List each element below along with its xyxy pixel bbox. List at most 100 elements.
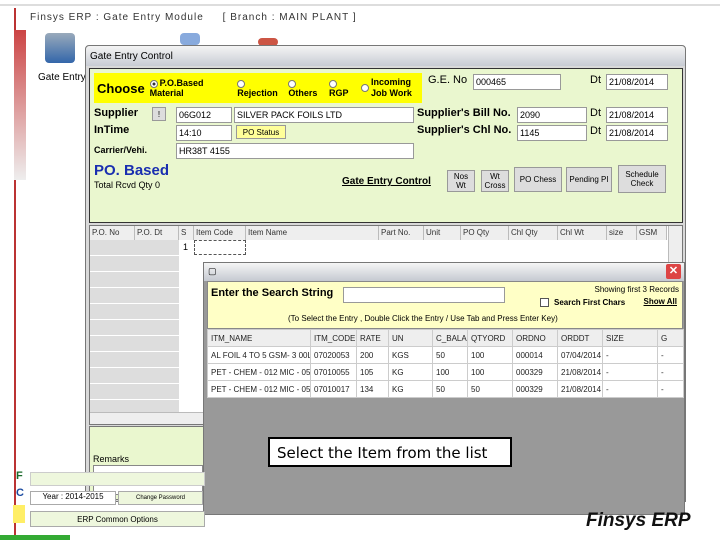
chl-no-field[interactable]: 1145 [517,125,587,141]
col-po-qty[interactable]: PO Qty [461,226,509,240]
nos-wt-button[interactable]: Nos Wt [447,170,475,192]
results-col-header[interactable]: QTYORD [467,329,513,347]
results-col-header[interactable]: SIZE [602,329,658,347]
bill-no-field[interactable]: 2090 [517,107,587,123]
col-s[interactable]: S [179,226,194,240]
item-code-cell[interactable] [194,240,246,255]
results-table-wrap: ITM_NAMEITM_CODERATEUNC_BALANQTYORDORDNO… [207,329,684,398]
ge-no-label: G.E. No [428,74,468,86]
results-col-header[interactable]: RATE [356,329,389,347]
results-cell: KG [388,363,433,381]
show-all-link[interactable]: Show All [644,297,677,306]
erp-common-options-button[interactable]: ERP Common Options [30,511,205,527]
intime-field[interactable]: 14:10 [176,125,232,141]
results-row[interactable]: PET - CHEM - 012 MIC - 057 07010017 134 KG 5… [207,380,684,398]
results-cell: 50 [467,380,513,398]
gate-entry-icon[interactable] [45,33,75,63]
first-chars-checkbox[interactable] [540,298,549,307]
col-item-code[interactable]: Item Code [194,226,246,240]
total-received-qty: Total Rcvd Qty 0 [94,180,161,190]
bill-date-field[interactable]: 21/08/2014 [606,107,668,123]
results-row[interactable]: AL FOIL 4 TO 5 GSM- 3 00L 07020053 200 KGS 5… [207,346,684,364]
col-unit[interactable]: Unit [424,226,461,240]
top-divider [0,4,720,6]
radio-job-work[interactable]: Incoming Job Work [361,77,419,99]
search-label: Enter the Search String [211,287,334,299]
results-col-header[interactable]: UN [388,329,433,347]
col-gsm[interactable]: GSM [637,226,667,240]
carrier-label: Carrier/Vehi. [94,145,148,155]
choose-label: Choose [97,80,145,96]
results-cell: - [602,380,658,398]
results-cell: 105 [356,363,389,381]
carrier-field[interactable]: HR38T 4155 [176,143,414,159]
results-table: ITM_NAMEITM_CODERATEUNC_BALANQTYORDORDNO… [207,329,684,398]
gate-entry-label[interactable]: Gate Entry [38,72,86,83]
results-col-header[interactable]: ORDNO [512,329,558,347]
ge-date-field[interactable]: 21/08/2014 [606,74,668,90]
results-col-header[interactable]: G [657,329,684,347]
col-po-dt[interactable]: P.O. Dt [135,226,179,240]
po-chess-button[interactable]: PO Chess [514,167,562,192]
left-panel-strip [30,472,205,486]
results-cell: 200 [356,346,389,364]
choose-group: Choose P.O.Based Material Rejection Othe… [94,73,422,103]
results-col-header[interactable]: ITM_CODE [310,329,357,347]
ge-no-field[interactable]: 000465 [473,74,561,90]
search-input[interactable] [343,287,505,303]
gate-entry-control-link[interactable]: Gate Entry Control [342,176,431,187]
results-cell: - [602,363,658,381]
results-cell: 07020053 [310,346,357,364]
chl-no-label: Supplier's Chl No. [417,124,512,136]
results-cell: - [602,346,658,364]
dialog-title: Gate Entry Control [86,46,685,66]
supplier-code-field[interactable]: 06G012 [176,107,232,123]
search-popup: ▢ ✕ Enter the Search String Showing firs… [203,262,685,515]
results-col-header[interactable]: ORDDT [557,329,603,347]
results-cell: 21/08/2014 [557,380,603,398]
pending-pi-button[interactable]: Pending PI [566,167,612,192]
results-cell: 07/04/2014 [557,346,603,364]
col-item-name[interactable]: Item Name [246,226,379,240]
first-chars-label: Search First Chars [554,298,626,307]
schedule-check-button[interactable]: Schedule Check [618,165,666,193]
year-button[interactable]: Year : 2014-2015 [30,491,116,505]
col-po-no[interactable]: P.O. No [90,226,135,240]
radio-po-based[interactable]: P.O.Based Material [149,78,233,98]
radio-others[interactable]: Others [288,78,324,98]
chl-date-field[interactable]: 21/08/2014 [606,125,668,141]
col-part-no[interactable]: Part No. [379,226,424,240]
wt-cross-button[interactable]: Wt Cross [481,170,509,192]
close-icon[interactable]: ✕ [666,264,681,279]
po-status-button[interactable]: PO Status [236,125,286,139]
results-cell: - [657,363,684,381]
brand-logo-text: Finsys ERP [586,510,691,531]
chl-dt-label: Dt [590,125,601,137]
results-cell: 07010055 [310,363,357,381]
left-letter-c: C [16,487,24,499]
results-cell: 07010017 [310,380,357,398]
col-chl-qty[interactable]: Chl Qty [509,226,558,240]
intime-label: InTime [94,124,130,136]
results-cell: 100 [467,346,513,364]
row-number: 1 [183,242,189,252]
window-icon: ▢ [208,266,217,276]
col-size[interactable]: size [607,226,637,240]
mode-title: PO. Based [94,162,170,179]
popup-titlebar: ▢ ✕ [204,263,684,281]
radio-rejection[interactable]: Rejection [237,78,283,98]
remarks-label: Remarks [93,454,130,464]
supplier-lookup-button[interactable]: ! [152,107,166,121]
supplier-name-field[interactable]: SILVER PACK FOILS LTD [234,107,414,123]
bill-dt-label: Dt [590,107,601,119]
results-row[interactable]: PET - CHEM - 012 MIC - 050 07010055 105 KG 1… [207,363,684,381]
results-col-header[interactable]: ITM_NAME [207,329,311,347]
document-icon[interactable] [180,33,200,45]
radio-rgp[interactable]: RGP [329,78,356,98]
col-chl-wt[interactable]: Chl Wt [558,226,607,240]
taskbar-start[interactable] [0,535,70,540]
results-cell: PET - CHEM - 012 MIC - 057 [207,380,311,398]
results-col-header[interactable]: C_BALAN [432,329,468,347]
change-password-button[interactable]: Change Password [118,491,203,505]
remarks-panel: Remarks [89,426,204,500]
